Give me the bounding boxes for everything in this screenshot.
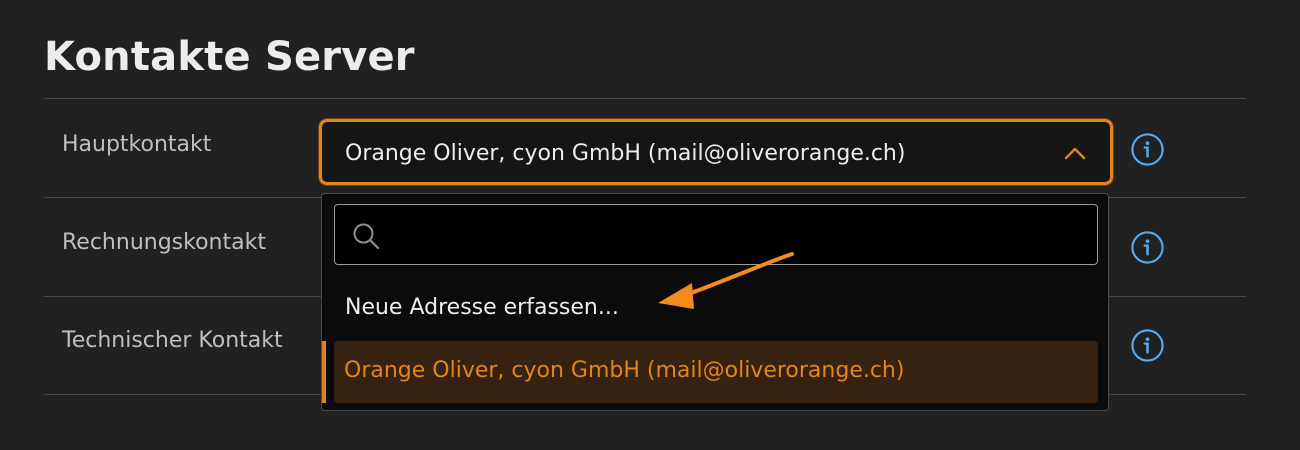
row-label-hauptkontakt: Hauptkontakt [62,132,212,157]
chevron-up-icon[interactable] [1064,146,1086,160]
selected-indicator [322,341,326,403]
info-icon[interactable] [1130,328,1165,363]
section-title: Kontakte Server [44,34,415,80]
divider [44,98,1246,99]
search-icon [353,223,380,250]
select-value: Orange Oliver, cyon GmbH (mail@oliverora… [345,141,906,166]
new-address-option[interactable]: Neue Adresse erfassen... [345,295,619,320]
contacts-server-section: Kontakte Server Hauptkontakt Rechnungsko… [0,0,1300,450]
row-label-technischer-kontakt: Technischer Kontakt [62,328,283,353]
info-icon[interactable] [1130,230,1165,265]
arrow-icon [658,252,794,309]
row-label-rechnungskontakt: Rechnungskontakt [62,230,266,255]
main-contact-select[interactable]: Orange Oliver, cyon GmbH (mail@oliverora… [319,119,1113,185]
option-label: Orange Oliver, cyon GmbH (mail@oliverora… [344,358,905,383]
dropdown-option-selected[interactable]: Orange Oliver, cyon GmbH (mail@oliverora… [334,341,1098,403]
info-icon[interactable] [1130,132,1165,167]
